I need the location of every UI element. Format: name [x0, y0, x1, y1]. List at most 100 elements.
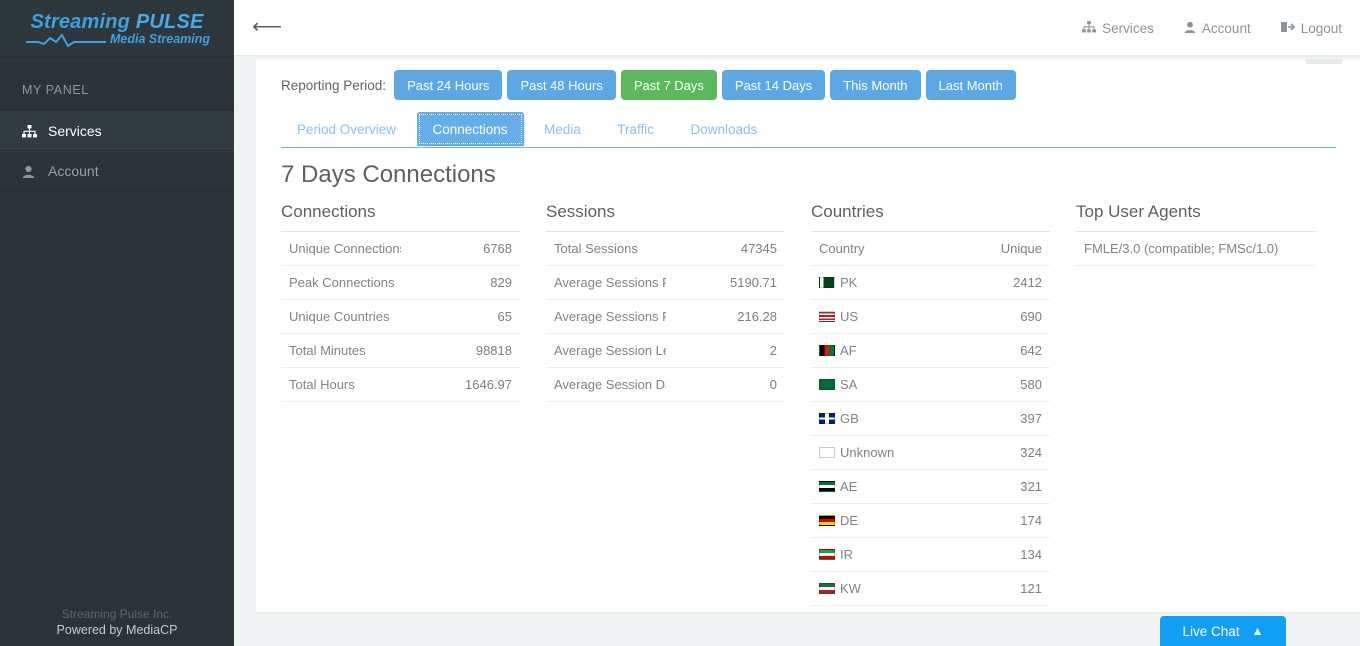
table-row: DE 174	[811, 503, 1050, 538]
row-label: Average Sessions Per Day	[546, 265, 666, 300]
sessions-table: Total Sessions 47345 Average Sessions Pe…	[546, 232, 785, 402]
brand-title-streaming: Streaming	[30, 10, 131, 33]
chevron-up-icon: ▲	[1251, 624, 1264, 638]
period-button-past-48-hours[interactable]: Past 48 Hours	[507, 70, 616, 100]
af-flag-icon	[819, 345, 835, 356]
row-value: 47345	[665, 232, 785, 266]
user-agents-panel-title: Top User Agents	[1076, 202, 1315, 232]
countries-panel-title: Countries	[811, 202, 1050, 232]
sitemap-icon	[22, 124, 42, 138]
user-icon	[1184, 21, 1196, 36]
tab-period-overview[interactable]: Period Overview	[281, 112, 412, 146]
country-code: US	[840, 309, 859, 324]
country-code: IR	[840, 547, 853, 562]
table-header-row: Country Unique	[811, 232, 1050, 266]
table-row: Peak Connections 829	[281, 265, 520, 300]
row-value: 2412	[930, 265, 1050, 300]
sa-flag-icon	[819, 379, 835, 390]
brand-title: Streaming PULSE	[30, 12, 203, 32]
row-value: 321	[930, 469, 1050, 504]
connections-panel: Connections Unique Connections 6768 Peak…	[281, 202, 520, 606]
country-code: DE	[840, 513, 859, 528]
row-label: Total Sessions	[546, 232, 666, 266]
sidebar-item-label: Account	[48, 163, 99, 179]
table-row: KW 121	[811, 571, 1050, 606]
tab-connections[interactable]: Connections	[416, 112, 524, 146]
footer-company: Streaming Pulse Inc.	[61, 607, 173, 621]
sidebar: Streaming PULSE Media Streaming MY PANEL	[0, 0, 234, 646]
country-code: GB	[840, 411, 859, 426]
country-code: PK	[840, 275, 858, 290]
list-item: FMLE/3.0 (compatible; FMSc/1.0)	[1076, 232, 1315, 266]
table-row: SA 580	[811, 367, 1050, 402]
period-button-past-7-days[interactable]: Past 7 Days	[620, 70, 717, 100]
row-value: 580	[930, 367, 1050, 402]
card-top-strip	[256, 57, 1360, 64]
table-row: Average Session Length (Mins) 2	[546, 333, 785, 368]
row-label: Average Session Data (MB)	[546, 367, 666, 402]
arrow-left-icon[interactable]: ⟵	[252, 14, 282, 40]
card-strip-handle	[1306, 59, 1342, 64]
row-country: DE	[811, 503, 931, 538]
tab-downloads[interactable]: Downloads	[674, 112, 773, 146]
logout-icon	[1280, 21, 1295, 36]
row-label: Total Minutes	[281, 333, 401, 368]
row-value: 174	[930, 503, 1050, 538]
sidebar-section-label: MY PANEL	[22, 83, 89, 97]
user-agents-panel: Top User Agents FMLE/3.0 (compatible; FM…	[1076, 202, 1315, 606]
period-button-this-month[interactable]: This Month	[830, 70, 921, 100]
topnav-item-logout[interactable]: Logout	[1280, 20, 1342, 36]
table-row: Average Sessions Per Day 5190.71	[546, 265, 785, 300]
sidebar-item-services[interactable]: Services	[0, 111, 234, 151]
brand-subtitle: Media Streaming	[109, 32, 211, 47]
topnav-label: Services	[1102, 20, 1154, 36]
ir-flag-icon	[819, 549, 835, 560]
topbar-nav: Services Account Logout	[1082, 0, 1342, 56]
row-value: 5190.71	[665, 265, 785, 300]
sidebar-item-account[interactable]: Account	[0, 151, 234, 191]
gb-flag-icon	[819, 413, 835, 424]
table-row: IR 134	[811, 537, 1050, 572]
row-value: 2	[665, 333, 785, 368]
kw-flag-icon	[819, 583, 835, 594]
sidebar-item-label: Services	[48, 123, 102, 139]
row-label: Total Hours	[281, 367, 401, 402]
row-value: 397	[930, 401, 1050, 436]
row-country: AF	[811, 333, 931, 368]
tab-media[interactable]: Media	[528, 112, 597, 146]
topnav-item-services[interactable]: Services	[1082, 20, 1154, 36]
row-label: Unique Countries	[281, 299, 401, 334]
country-code: Unknown	[840, 445, 895, 460]
de-flag-icon	[819, 515, 835, 526]
row-value: 0	[665, 367, 785, 402]
brand-logo[interactable]: Streaming PULSE Media Streaming	[0, 0, 234, 57]
report-card: Reporting Period: Past 24 Hours Past 48 …	[256, 56, 1360, 612]
period-button-past-24-hours[interactable]: Past 24 Hours	[394, 70, 503, 100]
row-label: Unique Connections	[281, 232, 401, 266]
topbar: ⟵ Services Account Logout	[234, 0, 1360, 56]
topnav-item-account[interactable]: Account	[1184, 21, 1251, 36]
footer-powered-by: Powered by MediaCP	[56, 623, 178, 637]
table-row: PK 2412	[811, 265, 1050, 300]
tab-traffic[interactable]: Traffic	[601, 112, 670, 146]
sidebar-footer: Streaming Pulse Inc. Powered by MediaCP	[0, 606, 234, 638]
table-row: GB 397	[811, 401, 1050, 436]
row-value: 6768	[400, 232, 520, 266]
live-chat-button[interactable]: Live Chat ▲	[1160, 616, 1286, 646]
period-button-last-month[interactable]: Last Month	[925, 70, 1016, 100]
period-button-past-14-days[interactable]: Past 14 Days	[721, 70, 826, 100]
country-code: SA	[840, 377, 858, 392]
countries-panel: Countries Country Unique PK 2412 US 690 …	[811, 202, 1050, 606]
row-country: GB	[811, 401, 931, 436]
table-row: Total Minutes 98818	[281, 333, 520, 368]
sitemap-icon	[1082, 20, 1097, 36]
row-label: Average Sessions Per Hour	[546, 299, 666, 334]
topnav-label: Logout	[1300, 20, 1342, 36]
table-row: AE 321	[811, 469, 1050, 504]
table-row: Total Hours 1646.97	[281, 367, 520, 402]
row-value: 690	[930, 299, 1050, 334]
reporting-period-label: Reporting Period:	[281, 77, 387, 93]
countries-table: Country Unique PK 2412 US 690 AF 642 SA …	[811, 232, 1050, 606]
table-row: Total Sessions 47345	[546, 232, 785, 266]
country-code: AE	[840, 479, 858, 494]
